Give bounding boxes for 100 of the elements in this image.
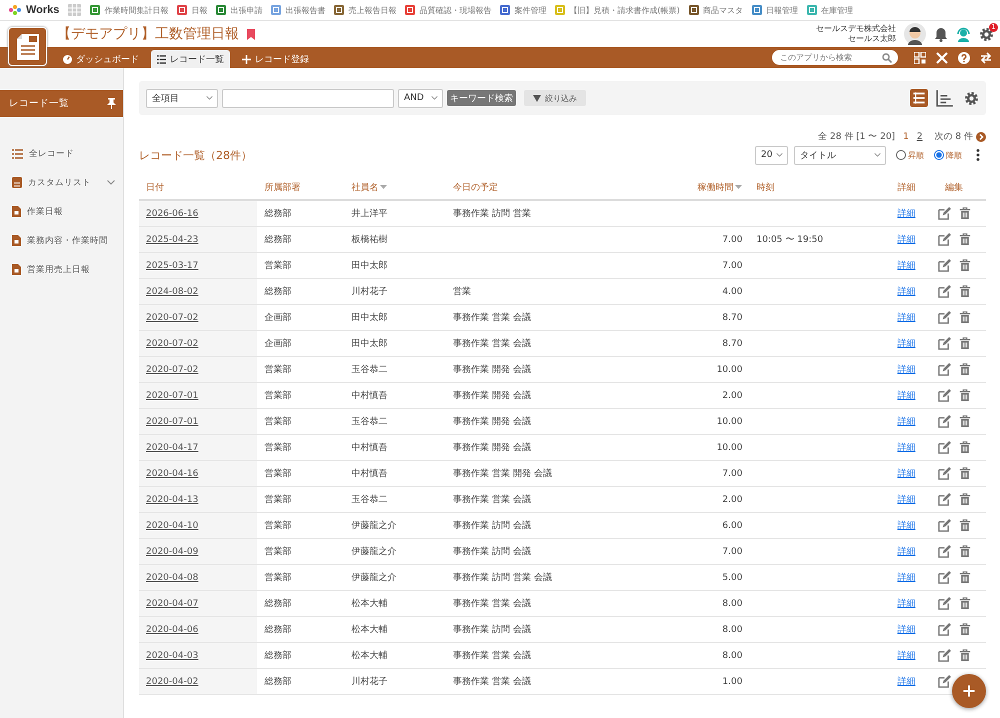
keyword-search-button[interactable]: キーワード検索 bbox=[447, 90, 516, 106]
bell-icon[interactable] bbox=[934, 26, 948, 42]
column-header[interactable]: 編集 bbox=[945, 182, 964, 192]
nav-tab[interactable]: ダッシュボード bbox=[57, 50, 145, 68]
edit-icon[interactable] bbox=[938, 285, 951, 298]
record-date-link[interactable]: 2020-04-08 bbox=[146, 572, 198, 582]
page-link[interactable]: 1 bbox=[903, 132, 909, 142]
app-shortcut[interactable]: 出張報告書 bbox=[271, 4, 326, 16]
sort-order-radio[interactable]: 降順 bbox=[934, 150, 962, 160]
record-date-link[interactable]: 2026-06-16 bbox=[146, 208, 198, 218]
sidebar-item[interactable]: 全レコード bbox=[0, 139, 123, 168]
app-shortcut[interactable]: 商品マスタ bbox=[688, 4, 743, 16]
record-date-link[interactable]: 2024-08-02 bbox=[146, 286, 198, 296]
detail-link[interactable]: 詳細 bbox=[897, 495, 916, 505]
avatar-icon[interactable] bbox=[904, 23, 926, 45]
column-header[interactable]: 詳細 bbox=[897, 182, 916, 192]
bookmark-icon[interactable] bbox=[247, 28, 255, 40]
detail-link[interactable]: 詳細 bbox=[897, 443, 916, 453]
page-link[interactable]: 2 bbox=[916, 132, 923, 142]
detail-link[interactable]: 詳細 bbox=[897, 391, 916, 401]
help-icon[interactable] bbox=[958, 52, 970, 64]
detail-link[interactable]: 詳細 bbox=[897, 209, 916, 219]
column-header[interactable]: 今日の予定 bbox=[453, 182, 498, 192]
sidebar-item[interactable]: カスタムリスト bbox=[0, 168, 123, 197]
trash-icon[interactable] bbox=[958, 259, 971, 272]
app-shortcut[interactable]: 案件管理 bbox=[500, 4, 546, 16]
more-icon[interactable] bbox=[976, 149, 980, 161]
record-date-link[interactable]: 2020-04-17 bbox=[146, 442, 198, 452]
list-view-icon[interactable] bbox=[910, 89, 928, 107]
trash-icon[interactable] bbox=[958, 467, 971, 480]
filter-button[interactable]: 絞り込み bbox=[524, 90, 586, 106]
edit-icon[interactable] bbox=[938, 441, 951, 454]
edit-icon[interactable] bbox=[938, 597, 951, 610]
trash-icon[interactable] bbox=[958, 571, 971, 584]
trash-icon[interactable] bbox=[958, 233, 971, 246]
record-date-link[interactable]: 2020-07-01 bbox=[146, 416, 198, 426]
app-shortcut[interactable]: 日報 bbox=[177, 4, 208, 16]
trash-icon[interactable] bbox=[958, 649, 971, 662]
edit-icon[interactable] bbox=[938, 415, 951, 428]
next-page-link[interactable]: 次の 8 件 bbox=[934, 130, 986, 143]
trash-icon[interactable] bbox=[958, 207, 971, 220]
pin-icon[interactable] bbox=[107, 98, 116, 109]
trash-icon[interactable] bbox=[958, 363, 971, 376]
detail-link[interactable]: 詳細 bbox=[897, 547, 916, 557]
settings-icon[interactable] bbox=[979, 26, 994, 42]
app-shortcut[interactable]: 出張申請 bbox=[216, 4, 262, 16]
edit-icon[interactable] bbox=[938, 311, 951, 324]
detail-link[interactable]: 詳細 bbox=[897, 235, 916, 245]
detail-link[interactable]: 詳細 bbox=[897, 417, 916, 427]
record-date-link[interactable]: 2020-04-16 bbox=[146, 468, 198, 478]
app-shortcut[interactable]: 売上報告日報 bbox=[334, 4, 396, 16]
edit-icon[interactable] bbox=[938, 233, 951, 246]
nav-tab[interactable]: レコード一覧 bbox=[151, 50, 230, 68]
detail-link[interactable]: 詳細 bbox=[897, 365, 916, 375]
edit-icon[interactable] bbox=[938, 207, 951, 220]
app-shortcut[interactable]: 在庫管理 bbox=[806, 4, 853, 16]
column-header[interactable]: 社員名 bbox=[351, 182, 388, 192]
qr-code-icon[interactable] bbox=[914, 52, 926, 64]
record-date-link[interactable]: 2020-07-01 bbox=[146, 390, 198, 400]
operator-dropdown[interactable]: AND bbox=[398, 88, 443, 108]
edit-icon[interactable] bbox=[938, 649, 951, 662]
record-date-link[interactable]: 2020-04-06 bbox=[146, 624, 198, 634]
detail-link[interactable]: 詳細 bbox=[897, 313, 916, 323]
settings-icon[interactable] bbox=[964, 90, 979, 106]
detail-link[interactable]: 詳細 bbox=[897, 573, 916, 583]
app-shortcut[interactable]: 作業時間集計日報 bbox=[90, 4, 168, 16]
detail-link[interactable]: 詳細 bbox=[897, 599, 916, 609]
trash-icon[interactable] bbox=[958, 337, 971, 350]
record-date-link[interactable]: 2025-03-17 bbox=[146, 260, 198, 270]
trash-icon[interactable] bbox=[958, 311, 971, 324]
sidebar-item[interactable]: 業務内容・作業時間 bbox=[0, 226, 123, 255]
sort-field-dropdown[interactable]: タイトル bbox=[794, 146, 886, 164]
edit-icon[interactable] bbox=[938, 623, 951, 636]
detail-link[interactable]: 詳細 bbox=[897, 521, 916, 531]
record-date-link[interactable]: 2020-07-02 bbox=[146, 338, 198, 348]
trash-icon[interactable] bbox=[958, 597, 971, 610]
record-date-link[interactable]: 2020-04-13 bbox=[146, 494, 198, 504]
trash-icon[interactable] bbox=[958, 441, 971, 454]
edit-icon[interactable] bbox=[938, 337, 951, 350]
app-shortcut[interactable]: 品質確認・現場報告 bbox=[405, 4, 492, 16]
sort-caret-icon[interactable] bbox=[380, 185, 388, 190]
trash-icon[interactable] bbox=[958, 285, 971, 298]
edit-icon[interactable] bbox=[938, 493, 951, 506]
trash-icon[interactable] bbox=[958, 623, 971, 636]
app-shortcut[interactable]: 【旧】見積・請求書作成(帳票) bbox=[555, 4, 680, 16]
trash-icon[interactable] bbox=[958, 415, 971, 428]
column-header[interactable]: 所属部署 bbox=[264, 182, 300, 192]
record-date-link[interactable]: 2020-04-07 bbox=[146, 598, 198, 608]
edit-icon[interactable] bbox=[938, 389, 951, 402]
field-dropdown[interactable]: 全項目 bbox=[146, 88, 218, 108]
swap-icon[interactable] bbox=[980, 52, 992, 64]
record-date-link[interactable]: 2020-04-02 bbox=[146, 676, 198, 686]
column-header[interactable]: 稼働時間 bbox=[697, 182, 742, 192]
sidebar-item[interactable]: 作業日報 bbox=[0, 197, 123, 226]
edit-icon[interactable] bbox=[938, 571, 951, 584]
record-date-link[interactable]: 2020-07-02 bbox=[146, 312, 198, 322]
nav-tab[interactable]: レコード登録 bbox=[236, 50, 315, 68]
detail-link[interactable]: 詳細 bbox=[897, 339, 916, 349]
edit-icon[interactable] bbox=[938, 363, 951, 376]
record-date-link[interactable]: 2025-04-23 bbox=[146, 234, 198, 244]
